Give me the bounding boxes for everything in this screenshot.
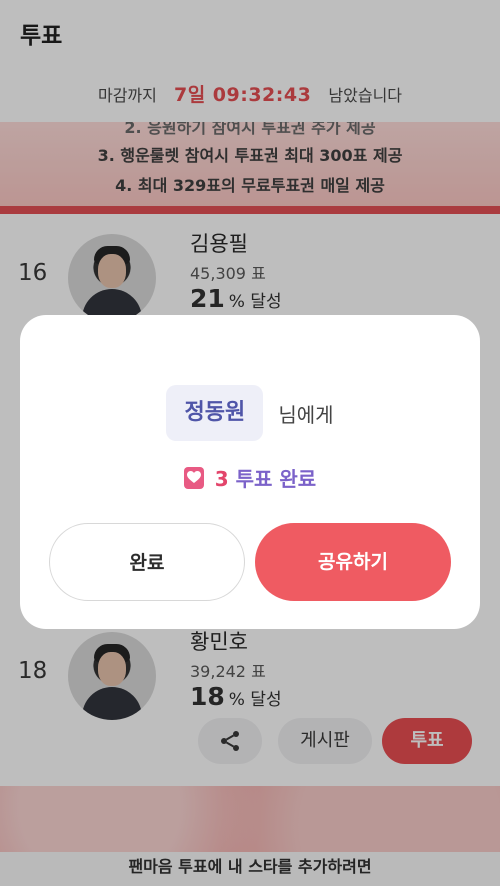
done-button[interactable]: 완료 <box>49 523 245 601</box>
vote-done-text: 투표 완료 <box>235 467 317 491</box>
recipient-line: 정동원 님에게 <box>20 385 480 441</box>
share-modal-button[interactable]: 공유하기 <box>255 523 451 601</box>
vote-done-line: 3 투표 완료 <box>20 463 480 492</box>
heart-icon <box>183 467 204 489</box>
vote-complete-dialog: 정동원 님에게 3 투표 완료 완료 공유하기 <box>20 315 480 629</box>
vote-count: 3 <box>214 467 229 491</box>
recipient-name: 정동원 <box>166 385 264 441</box>
recipient-suffix: 님에게 <box>278 402 334 427</box>
